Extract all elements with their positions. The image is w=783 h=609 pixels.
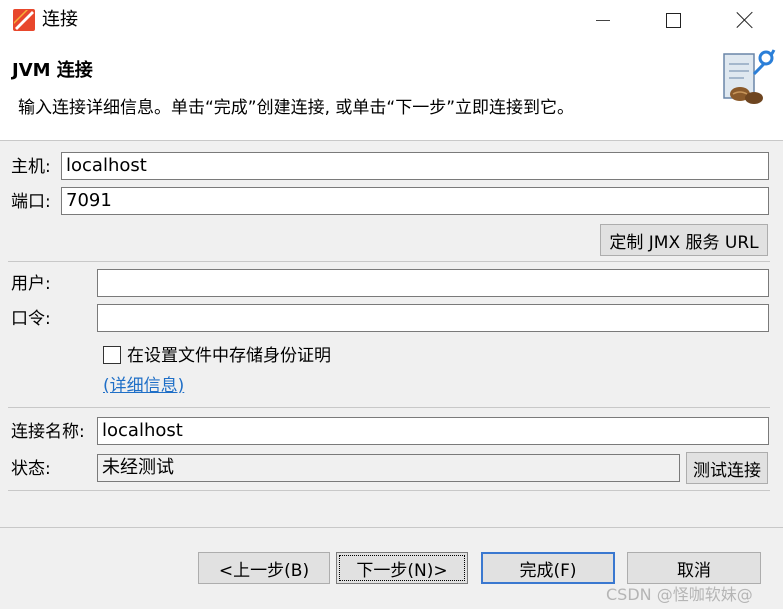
minimize-button[interactable]	[568, 0, 638, 40]
back-button[interactable]: <上一步(B)	[198, 552, 330, 584]
next-button[interactable]: 下一步(N)>	[336, 552, 468, 584]
separator	[8, 490, 770, 491]
host-input[interactable]: localhost	[61, 152, 769, 180]
user-label: 用户:	[11, 274, 51, 294]
custom-jmx-url-button[interactable]: 定制 JMX 服务 URL	[600, 224, 768, 256]
port-input[interactable]: 7091	[61, 187, 769, 215]
cancel-button[interactable]: 取消	[627, 552, 761, 584]
close-button[interactable]	[710, 0, 780, 40]
password-input[interactable]	[97, 304, 769, 332]
separator	[8, 261, 770, 262]
password-label: 口令:	[11, 309, 51, 329]
status-label: 状态:	[11, 459, 51, 479]
remember-credentials-label: 在设置文件中存储身份证明	[127, 346, 331, 366]
connection-name-label: 连接名称:	[11, 422, 85, 442]
watermark: CSDN @怪咖软妹@	[606, 585, 753, 604]
jvm-connection-plug-icon	[714, 44, 780, 110]
remember-credentials-checkbox[interactable]	[103, 346, 121, 364]
page-title: JVM 连接	[12, 60, 93, 81]
minimize-icon	[596, 19, 610, 21]
port-label: 端口:	[11, 192, 51, 212]
connection-name-input[interactable]: localhost	[97, 417, 769, 445]
status-field: 未经测试	[97, 454, 680, 482]
header-banner	[0, 40, 783, 141]
maximize-icon	[665, 12, 681, 28]
test-connection-button[interactable]: 测试连接	[686, 452, 768, 484]
app-icon	[12, 8, 36, 32]
finish-button[interactable]: 完成(F)	[481, 552, 615, 584]
host-label: 主机:	[11, 157, 51, 177]
close-icon	[736, 11, 754, 29]
user-input[interactable]	[97, 269, 769, 297]
footer-separator	[0, 527, 783, 528]
window-title: 连接	[42, 9, 78, 30]
details-link[interactable]: (详细信息)	[103, 375, 184, 397]
page-description: 输入连接详细信息。单击“完成”创建连接, 或单击“下一步”立即连接到它。	[18, 98, 575, 118]
separator	[8, 407, 770, 408]
maximize-button[interactable]	[638, 0, 708, 40]
